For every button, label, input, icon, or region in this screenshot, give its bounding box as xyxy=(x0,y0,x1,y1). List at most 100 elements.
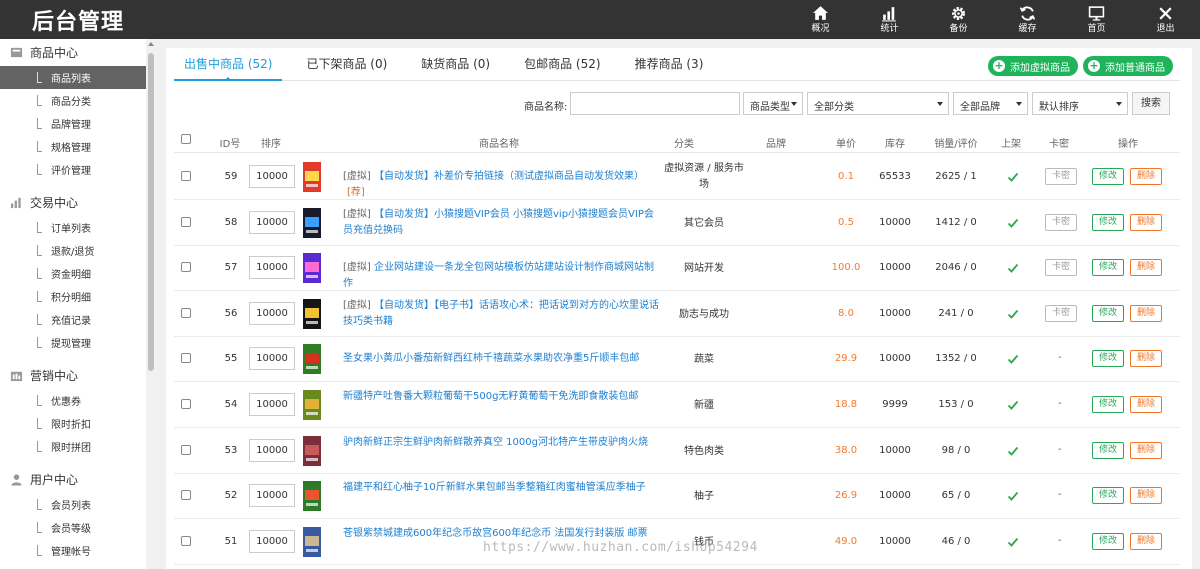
delete-button[interactable]: 删除 xyxy=(1130,350,1162,367)
product-thumbnail[interactable] xyxy=(303,299,321,329)
card-key-button[interactable]: 卡密 xyxy=(1045,259,1077,276)
row-sort-input[interactable]: 10000 xyxy=(249,484,295,507)
goods-name-input[interactable] xyxy=(570,92,740,115)
sidebar-item[interactable]: 优惠券 xyxy=(0,389,146,412)
product-name-link[interactable]: 驴肉新鲜正宗生鲜驴肉新鲜散养真空 1000g河北特产生带皮驴肉火烧 xyxy=(343,435,659,451)
delete-button[interactable]: 删除 xyxy=(1130,168,1162,185)
row-sort-input[interactable]: 10000 xyxy=(249,165,295,188)
delete-button[interactable]: 删除 xyxy=(1130,396,1162,413)
nav-home[interactable]: 首页 xyxy=(1062,0,1131,39)
product-thumbnail[interactable] xyxy=(303,436,321,466)
nav-statistics[interactable]: 统计 xyxy=(855,0,924,39)
row-sort-input[interactable]: 10000 xyxy=(249,393,295,416)
sidebar-item[interactable]: 订单列表 xyxy=(0,216,146,239)
row-checkbox[interactable] xyxy=(181,445,191,455)
sidebar-group-title[interactable]: 交易中心 xyxy=(0,189,146,216)
sidebar-item[interactable]: 会员列表 xyxy=(0,493,146,516)
edit-button[interactable]: 修改 xyxy=(1092,214,1124,231)
sidebar-item[interactable]: 品牌管理 xyxy=(0,112,146,135)
row-checkbox[interactable] xyxy=(181,490,191,500)
card-key-button[interactable]: 卡密 xyxy=(1045,168,1077,185)
nav-cache[interactable]: 缓存 xyxy=(993,0,1062,39)
select-all-checkbox[interactable] xyxy=(181,134,191,144)
sidebar-item[interactable]: 限时拼团 xyxy=(0,435,146,458)
product-thumbnail[interactable] xyxy=(303,253,321,283)
delete-button[interactable]: 删除 xyxy=(1130,487,1162,504)
scroll-up-arrow-icon[interactable] xyxy=(148,42,154,46)
delete-button[interactable]: 删除 xyxy=(1130,533,1162,550)
sidebar-scrollbar[interactable] xyxy=(146,39,156,569)
product-name-link[interactable]: 新疆特产吐鲁番大颗粒葡萄干500g无籽黄葡萄干免洗即食散装包邮 xyxy=(343,389,659,405)
onsale-check-icon[interactable] xyxy=(1007,490,1019,502)
edit-button[interactable]: 修改 xyxy=(1092,350,1124,367)
search-button[interactable]: 搜索 xyxy=(1132,92,1170,115)
card-key-button[interactable]: 卡密 xyxy=(1045,305,1077,322)
onsale-check-icon[interactable] xyxy=(1007,445,1019,457)
row-checkbox[interactable] xyxy=(181,536,191,546)
product-name-link[interactable]: 圣女果小黄瓜小番茄新鲜西红柿千禧蔬菜水果助农净重5斤顺丰包邮 xyxy=(343,351,659,367)
product-name-link[interactable]: [虚拟] 【自动发货】小猿搜题VIP会员 小猿搜题vip小猿搜题会员VIP会员充… xyxy=(343,207,659,239)
sidebar-item[interactable]: 限时折扣 xyxy=(0,412,146,435)
product-name-link[interactable]: 福建平和红心柚子10斤新鲜水果包邮当季整箱红肉蜜柚管溪应季柚子 xyxy=(343,480,659,496)
sidebar-item[interactable]: 资金明细 xyxy=(0,262,146,285)
goods-type-select[interactable]: 商品类型 xyxy=(743,92,803,115)
nav-backup[interactable]: 备份 xyxy=(924,0,993,39)
sidebar-item[interactable]: 商品分类 xyxy=(0,89,146,112)
sidebar-item[interactable]: 退款/退货 xyxy=(0,239,146,262)
product-thumbnail[interactable] xyxy=(303,390,321,420)
onsale-check-icon[interactable] xyxy=(1007,171,1019,183)
product-thumbnail[interactable] xyxy=(303,162,321,192)
edit-button[interactable]: 修改 xyxy=(1092,259,1124,276)
sidebar-group-title[interactable]: 营销中心 xyxy=(0,362,146,389)
row-sort-input[interactable]: 10000 xyxy=(249,347,295,370)
row-sort-input[interactable]: 10000 xyxy=(249,211,295,234)
sort-order-select[interactable]: 默认排序 xyxy=(1032,92,1128,115)
edit-button[interactable]: 修改 xyxy=(1092,533,1124,550)
sidebar-item[interactable]: 积分明细 xyxy=(0,285,146,308)
product-thumbnail[interactable] xyxy=(303,527,321,557)
row-sort-input[interactable]: 10000 xyxy=(249,302,295,325)
row-checkbox[interactable] xyxy=(181,308,191,318)
row-checkbox[interactable] xyxy=(181,262,191,272)
sidebar-group-title[interactable]: 商品中心 xyxy=(0,39,146,66)
row-sort-input[interactable]: 10000 xyxy=(249,439,295,462)
tab-2[interactable]: 缺货商品 (0) xyxy=(411,48,500,81)
sidebar-item[interactable]: 会员等级 xyxy=(0,516,146,539)
tab-3[interactable]: 包邮商品 (52) xyxy=(514,48,610,81)
nav-overview[interactable]: 概况 xyxy=(786,0,855,39)
delete-button[interactable]: 删除 xyxy=(1130,214,1162,231)
sidebar-item[interactable]: 商品列表 xyxy=(0,66,146,89)
row-checkbox[interactable] xyxy=(181,399,191,409)
tab-0[interactable]: 出售中商品 (52) xyxy=(174,48,283,81)
sidebar-item[interactable]: 评价管理 xyxy=(0,158,146,181)
product-name-link[interactable]: [虚拟] 企业网站建设一条龙全包网站模板仿站建站设计制作商城网站制作 xyxy=(343,260,659,292)
tab-1[interactable]: 已下架商品 (0) xyxy=(296,48,397,81)
row-sort-input[interactable]: 10000 xyxy=(249,530,295,553)
delete-button[interactable]: 删除 xyxy=(1130,442,1162,459)
nav-logout[interactable]: 退出 xyxy=(1131,0,1200,39)
onsale-check-icon[interactable] xyxy=(1007,308,1019,320)
edit-button[interactable]: 修改 xyxy=(1092,168,1124,185)
category-select[interactable]: 全部分类 xyxy=(807,92,949,115)
row-checkbox[interactable] xyxy=(181,171,191,181)
edit-button[interactable]: 修改 xyxy=(1092,305,1124,322)
tab-4[interactable]: 推荐商品 (3) xyxy=(625,48,714,81)
row-checkbox[interactable] xyxy=(181,353,191,363)
edit-button[interactable]: 修改 xyxy=(1092,442,1124,459)
app-logo-title[interactable]: 后台管理 xyxy=(32,4,124,36)
delete-button[interactable]: 删除 xyxy=(1130,259,1162,276)
onsale-check-icon[interactable] xyxy=(1007,399,1019,411)
sidebar-item[interactable]: 规格管理 xyxy=(0,135,146,158)
row-checkbox[interactable] xyxy=(181,217,191,227)
edit-button[interactable]: 修改 xyxy=(1092,487,1124,504)
brand-select[interactable]: 全部品牌 xyxy=(953,92,1028,115)
sidebar-group-title[interactable]: 用户中心 xyxy=(0,466,146,493)
product-thumbnail[interactable] xyxy=(303,344,321,374)
sidebar-item[interactable]: 管理帐号 xyxy=(0,539,146,562)
product-name-link[interactable]: [虚拟] 【自动发货】【电子书】话语攻心术：把话说到对方的心坎里说话技巧类书籍 xyxy=(343,298,659,330)
product-thumbnail[interactable] xyxy=(303,481,321,511)
edit-button[interactable]: 修改 xyxy=(1092,396,1124,413)
row-sort-input[interactable]: 10000 xyxy=(249,256,295,279)
add-normal-goods-button[interactable]: + 添加普通商品 xyxy=(1083,56,1173,76)
card-key-button[interactable]: 卡密 xyxy=(1045,214,1077,231)
